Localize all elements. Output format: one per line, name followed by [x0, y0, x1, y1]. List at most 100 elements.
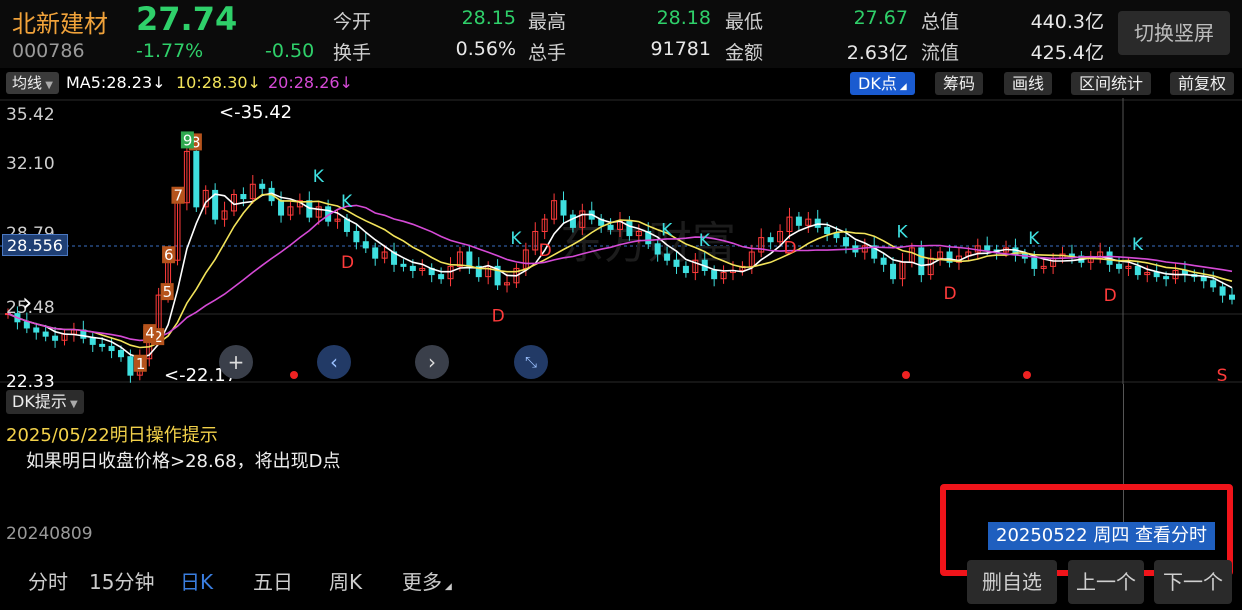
quote-label-low: 最低 [725, 11, 764, 33]
tab-weekly-k[interactable]: 周K [329, 566, 362, 595]
candle-body [33, 327, 40, 333]
quote-value-turnover: 0.56% [455, 38, 516, 60]
candle-body [814, 218, 821, 228]
remove-watchlist-button[interactable]: 删自选 [967, 560, 1057, 604]
sequence-number: 7 [173, 187, 183, 205]
expand-left-icon[interactable]: › [22, 288, 32, 318]
dk-point-button[interactable]: DK点 ◢ [850, 72, 915, 95]
candle-body [409, 265, 416, 271]
candle-body [278, 200, 285, 216]
corner-triangle-icon: ◢ [896, 82, 907, 92]
signal-k: K [896, 223, 908, 243]
previous-button[interactable]: 上一个 [1068, 560, 1144, 604]
candle-body [1153, 272, 1160, 278]
candle-body [795, 216, 802, 226]
ma5-value: MA5:28.23↓ [66, 73, 166, 92]
quote-label-open: 今开 [333, 11, 372, 33]
candle-body [466, 251, 473, 267]
ma10-value: 10:28.30↓ [176, 73, 261, 92]
candle-body [353, 230, 360, 243]
y-axis-label: 32.10 [6, 154, 55, 174]
tab-more[interactable]: 更多 ◢ [402, 566, 452, 595]
ma-select-label: 均线 [12, 74, 43, 92]
ma-select-dropdown[interactable]: 均线 ▼ [6, 72, 59, 94]
candle-body [89, 337, 96, 345]
tab-more-label: 更多 [402, 570, 442, 594]
candle-body [1031, 257, 1038, 269]
signal-s: S [1217, 366, 1228, 384]
candle-body [372, 247, 379, 259]
chevron-down-icon: ▼ [42, 80, 53, 91]
signal-k: K [1028, 229, 1040, 249]
ma20-value: 20:28.26↓ [268, 73, 353, 92]
shrink-icon[interactable]: ⤡ [514, 345, 548, 379]
tab-daily-k[interactable]: 日K [180, 566, 213, 595]
sequence-number: 9 [183, 131, 193, 149]
candle-body [984, 245, 991, 251]
kline-svg[interactable]: 东方财富 123456789 KKDDKDKKDKDKDKS [0, 98, 1242, 384]
candle-body [362, 241, 369, 249]
signal-dot [902, 371, 910, 379]
draw-line-button[interactable]: 画线 [1004, 72, 1053, 95]
quote-value-volume: 91781 [650, 38, 711, 60]
candle-body [42, 331, 49, 337]
quote-value-low: 27.67 [853, 7, 908, 29]
kline-chart[interactable]: 东方财富 123456789 KKDDKDKKDKDKDKS 35.42 32.… [0, 98, 1242, 392]
tab-five-day[interactable]: 五日 [253, 566, 293, 595]
candle-body [1219, 286, 1226, 296]
quote-label-volume: 总手 [528, 42, 567, 64]
quote-value-amount: 2.63亿 [846, 42, 908, 64]
chips-button[interactable]: 筹码 [935, 72, 984, 95]
hint-body: 如果明日收盘价格>28.68，将出现D点 [26, 451, 341, 472]
candle-body [1116, 263, 1123, 269]
arrow-left-icon[interactable]: ‹ [317, 345, 351, 379]
signal-d: D [1104, 286, 1117, 306]
quote-label-float-value: 流值 [921, 42, 960, 64]
signal-d: D [539, 241, 552, 261]
quote-label-high: 最高 [528, 11, 567, 33]
signal-dot [290, 371, 298, 379]
hint-title: 2025/05/22明日操作提示 [6, 425, 218, 446]
candle-body [824, 226, 831, 235]
stock-name: 北新建材 [12, 10, 108, 38]
dk-point-label: DK点 [858, 74, 897, 93]
candle-body [52, 335, 59, 341]
candle-body [438, 274, 445, 280]
tab-15min[interactable]: 15分钟 [89, 566, 154, 595]
next-button[interactable]: 下一个 [1154, 560, 1232, 604]
signal-d: D [944, 284, 957, 304]
candle-body [240, 194, 247, 200]
candle-body [259, 183, 266, 189]
change-percent: -1.77% [136, 40, 204, 62]
sequence-number: 1 [136, 355, 146, 373]
candle-body [880, 257, 887, 265]
quote-header: 北新建材 27.74 000786 -1.77% -0.50 今开 28.15 … [0, 0, 1242, 68]
candle-body [193, 150, 200, 208]
candle-body [108, 345, 115, 352]
sequence-number: 5 [163, 283, 173, 301]
y-axis-label: 35.42 [6, 105, 55, 125]
switch-portrait-button[interactable]: 切换竖屏 [1118, 11, 1230, 55]
quote-label-turnover: 换手 [333, 42, 372, 64]
signal-k: K [313, 167, 325, 187]
candle-body [607, 224, 614, 230]
signal-dot [1023, 371, 1031, 379]
dk-hint-dropdown[interactable]: DK提示 ▼ [6, 390, 84, 414]
adjust-price-button[interactable]: 前复权 [1170, 72, 1235, 95]
candle-body [1210, 280, 1217, 288]
candle-body [890, 263, 897, 280]
tab-intraday[interactable]: 分时 [28, 566, 68, 595]
indicator-bar: 均线 ▼ MA5:28.23↓ 10:28.30↓ 20:28.26↓ DK点 … [0, 70, 1242, 98]
candle-body [842, 237, 849, 247]
range-stats-button[interactable]: 区间统计 [1071, 72, 1152, 95]
stock-price: 27.74 [136, 0, 238, 38]
arrow-right-icon[interactable]: › [415, 345, 449, 379]
candle-body [626, 220, 633, 237]
sequence-number: 6 [164, 246, 174, 264]
candle-body [682, 265, 689, 274]
start-date: 20240809 [6, 524, 93, 544]
zoom-in-icon[interactable]: + [219, 345, 253, 379]
signal-d: D [341, 253, 354, 273]
candle-body [654, 243, 661, 255]
signal-k: K [341, 192, 353, 212]
